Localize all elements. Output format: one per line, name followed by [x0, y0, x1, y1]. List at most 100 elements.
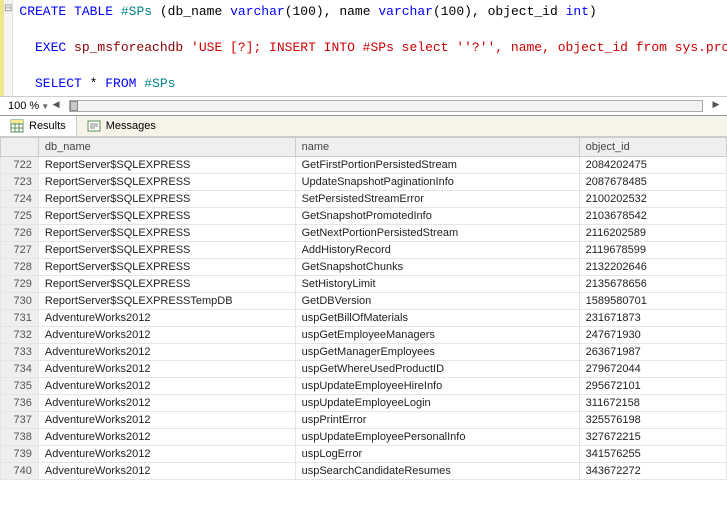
- cell-name: GetDBVersion: [295, 293, 579, 310]
- cell-dbname: AdventureWorks2012: [38, 395, 295, 412]
- table-row[interactable]: 732AdventureWorks2012uspGetEmployeeManag…: [1, 327, 727, 344]
- proc-name: sp_msforeachdb: [66, 40, 191, 55]
- tab-messages-label: Messages: [106, 120, 156, 132]
- cell-objectid: 295672101: [579, 378, 726, 395]
- col-header-dbname[interactable]: db_name: [38, 138, 295, 157]
- sql-editor[interactable]: ⊟ CREATE TABLE #SPs (db_name varchar(100…: [0, 0, 727, 96]
- kw-from: FROM: [105, 76, 136, 91]
- cell-dbname: AdventureWorks2012: [38, 310, 295, 327]
- table-row[interactable]: 739AdventureWorks2012uspLogError34157625…: [1, 446, 727, 463]
- row-number: 726: [1, 225, 39, 242]
- cell-dbname: AdventureWorks2012: [38, 361, 295, 378]
- table-row[interactable]: 736AdventureWorks2012uspUpdateEmployeeLo…: [1, 395, 727, 412]
- table-row[interactable]: 727ReportServer$SQLEXPRESSAddHistoryReco…: [1, 242, 727, 259]
- row-number: 731: [1, 310, 39, 327]
- table-row[interactable]: 730ReportServer$SQLEXPRESSTempDBGetDBVer…: [1, 293, 727, 310]
- cell-objectid: 247671930: [579, 327, 726, 344]
- cell-name: SetHistoryLimit: [295, 276, 579, 293]
- row-number: 727: [1, 242, 39, 259]
- cell-dbname: ReportServer$SQLEXPRESS: [38, 259, 295, 276]
- cell-objectid: 2135678656: [579, 276, 726, 293]
- type-varchar: varchar: [230, 4, 285, 19]
- horizontal-scrollbar[interactable]: [69, 100, 703, 112]
- row-number: 728: [1, 259, 39, 276]
- cell-name: uspGetManagerEmployees: [295, 344, 579, 361]
- row-number: 730: [1, 293, 39, 310]
- table-name: #SPs: [121, 4, 152, 19]
- col-header-rownum[interactable]: [1, 138, 39, 157]
- cell-dbname: ReportServer$SQLEXPRESSTempDB: [38, 293, 295, 310]
- tab-results[interactable]: Results: [0, 116, 77, 136]
- cell-name: GetSnapshotPromotedInfo: [295, 208, 579, 225]
- code-gutter: ⊟: [4, 0, 13, 96]
- collapse-icon[interactable]: ⊟: [4, 3, 12, 15]
- cell-name: AddHistoryRecord: [295, 242, 579, 259]
- row-number: 737: [1, 412, 39, 429]
- table-row[interactable]: 733AdventureWorks2012uspGetManagerEmploy…: [1, 344, 727, 361]
- cell-objectid: 279672044: [579, 361, 726, 378]
- row-number: 733: [1, 344, 39, 361]
- scroll-right-icon[interactable]: ▶: [709, 99, 723, 113]
- table-row[interactable]: 737AdventureWorks2012uspPrintError325576…: [1, 412, 727, 429]
- cell-objectid: 1589580701: [579, 293, 726, 310]
- cell-name: UpdateSnapshotPaginationInfo: [295, 174, 579, 191]
- tab-results-label: Results: [29, 120, 66, 132]
- table-row[interactable]: 723ReportServer$SQLEXPRESSUpdateSnapshot…: [1, 174, 727, 191]
- cell-dbname: AdventureWorks2012: [38, 412, 295, 429]
- row-number: 736: [1, 395, 39, 412]
- cell-objectid: 263671987: [579, 344, 726, 361]
- cell-dbname: ReportServer$SQLEXPRESS: [38, 157, 295, 174]
- zoom-bar: 100 % ▼ ◀ ▶: [0, 96, 727, 115]
- cell-dbname: AdventureWorks2012: [38, 344, 295, 361]
- table-row[interactable]: 729ReportServer$SQLEXPRESSSetHistoryLimi…: [1, 276, 727, 293]
- cell-name: GetSnapshotChunks: [295, 259, 579, 276]
- col-header-name[interactable]: name: [295, 138, 579, 157]
- cell-name: uspGetBillOfMaterials: [295, 310, 579, 327]
- cell-name: GetNextPortionPersistedStream: [295, 225, 579, 242]
- table-row[interactable]: 724ReportServer$SQLEXPRESSSetPersistedSt…: [1, 191, 727, 208]
- col-header-objectid[interactable]: object_id: [579, 138, 726, 157]
- row-number: 739: [1, 446, 39, 463]
- kw-table: TABLE: [74, 4, 113, 19]
- kw-exec: EXEC: [35, 40, 66, 55]
- cell-objectid: 325576198: [579, 412, 726, 429]
- table-row[interactable]: 738AdventureWorks2012uspUpdateEmployeePe…: [1, 429, 727, 446]
- zoom-value: 100 %: [8, 100, 39, 112]
- grid-icon: [10, 119, 24, 133]
- results-grid-wrapper[interactable]: db_name name object_id 722ReportServer$S…: [0, 137, 727, 525]
- cell-objectid: 2116202589: [579, 225, 726, 242]
- table-row[interactable]: 725ReportServer$SQLEXPRESSGetSnapshotPro…: [1, 208, 727, 225]
- cell-dbname: ReportServer$SQLEXPRESS: [38, 208, 295, 225]
- row-number: 740: [1, 463, 39, 480]
- table-row[interactable]: 735AdventureWorks2012uspUpdateEmployeeHi…: [1, 378, 727, 395]
- tab-messages[interactable]: Messages: [77, 116, 166, 136]
- cell-objectid: 327672215: [579, 429, 726, 446]
- table-row[interactable]: 731AdventureWorks2012uspGetBillOfMateria…: [1, 310, 727, 327]
- cell-name: uspUpdateEmployeeHireInfo: [295, 378, 579, 395]
- cell-objectid: 2132202646: [579, 259, 726, 276]
- cell-dbname: ReportServer$SQLEXPRESS: [38, 276, 295, 293]
- cell-dbname: ReportServer$SQLEXPRESS: [38, 174, 295, 191]
- scroll-left-icon[interactable]: ◀: [49, 99, 63, 113]
- row-number: 725: [1, 208, 39, 225]
- table-row[interactable]: 722ReportServer$SQLEXPRESSGetFirstPortio…: [1, 157, 727, 174]
- cell-dbname: AdventureWorks2012: [38, 446, 295, 463]
- table-row[interactable]: 726ReportServer$SQLEXPRESSGetNextPortion…: [1, 225, 727, 242]
- cell-objectid: 341576255: [579, 446, 726, 463]
- cell-name: uspGetEmployeeManagers: [295, 327, 579, 344]
- table-row[interactable]: 728ReportServer$SQLEXPRESSGetSnapshotChu…: [1, 259, 727, 276]
- string-literal: 'USE [?]; INSERT INTO #SPs select ''?'',…: [191, 40, 727, 55]
- cell-objectid: 2087678485: [579, 174, 726, 191]
- cell-name: uspUpdateEmployeePersonalInfo: [295, 429, 579, 446]
- result-tabs: Results Messages: [0, 115, 727, 137]
- type-int: int: [566, 4, 589, 19]
- cell-name: uspPrintError: [295, 412, 579, 429]
- cell-name: SetPersistedStreamError: [295, 191, 579, 208]
- cell-name: uspSearchCandidateResumes: [295, 463, 579, 480]
- cell-objectid: 2084202475: [579, 157, 726, 174]
- table-row[interactable]: 734AdventureWorks2012uspGetWhereUsedProd…: [1, 361, 727, 378]
- scrollbar-thumb[interactable]: [70, 101, 78, 111]
- code-area[interactable]: CREATE TABLE #SPs (db_name varchar(100),…: [13, 0, 727, 96]
- table-row[interactable]: 740AdventureWorks2012uspSearchCandidateR…: [1, 463, 727, 480]
- zoom-dropdown[interactable]: 100 % ▼: [8, 100, 49, 112]
